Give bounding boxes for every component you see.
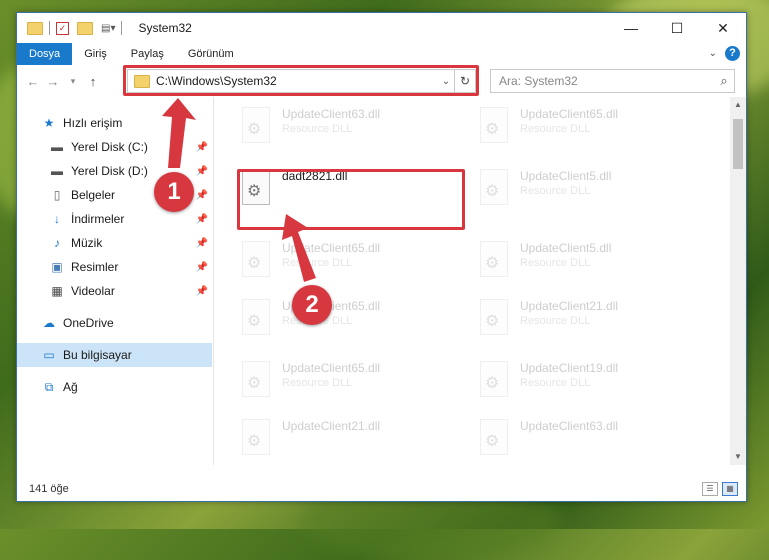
callout-1: 1 <box>154 172 194 212</box>
annotation-arrows <box>162 98 316 282</box>
callout-2: 2 <box>292 285 332 325</box>
arrow-2 <box>282 214 316 282</box>
arrow-1 <box>162 98 196 168</box>
